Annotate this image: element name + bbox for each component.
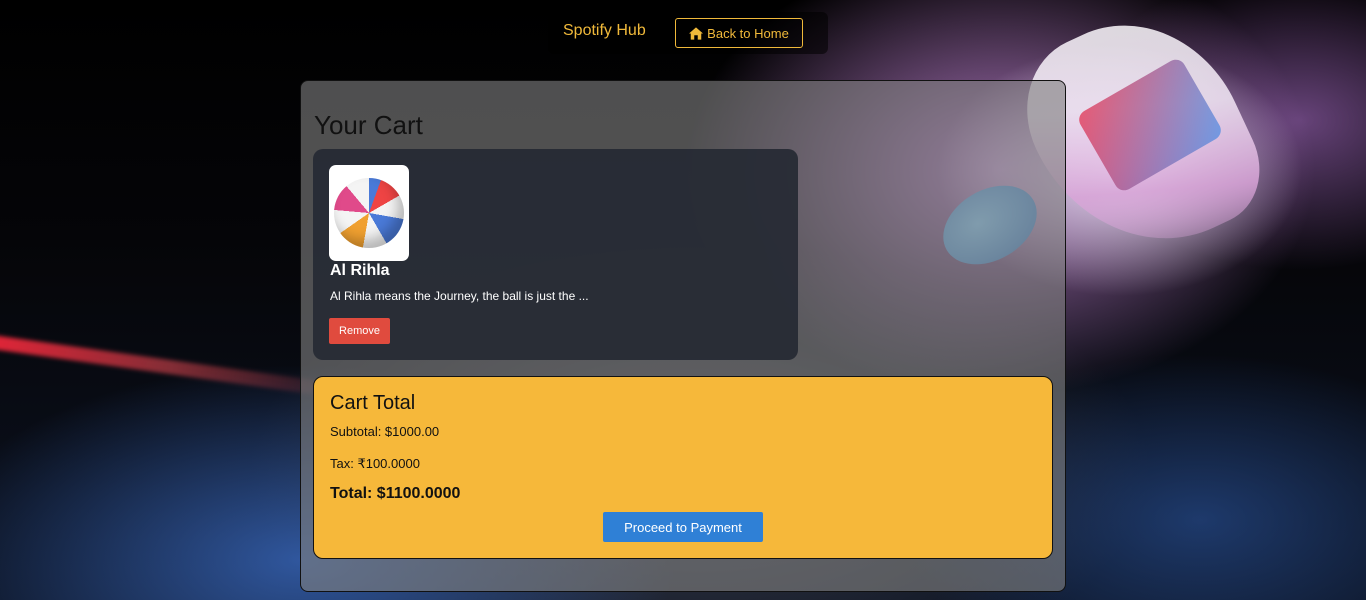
subtotal-text: Subtotal: $1000.00 [330, 424, 440, 439]
product-description: Al Rihla means the Journey, the ball is … [330, 289, 589, 303]
total-text: Total: $1100.0000 [330, 485, 461, 502]
proceed-to-payment-button[interactable]: Proceed to Payment [603, 512, 763, 542]
back-to-home-label: Back to Home [707, 25, 789, 41]
brand-title[interactable]: Spotify Hub [563, 22, 646, 40]
soccer-ball-image [334, 178, 404, 248]
back-to-home-button[interactable]: Back to Home [675, 18, 803, 48]
tax-text: Tax: ₹100.0000 [330, 456, 420, 471]
cart-total-title: Cart Total [330, 392, 416, 414]
product-image [329, 165, 409, 261]
product-name: Al Rihla [330, 262, 390, 279]
page-title: Your Cart [314, 110, 423, 140]
home-icon [689, 26, 704, 40]
remove-button[interactable]: Remove [329, 318, 390, 344]
